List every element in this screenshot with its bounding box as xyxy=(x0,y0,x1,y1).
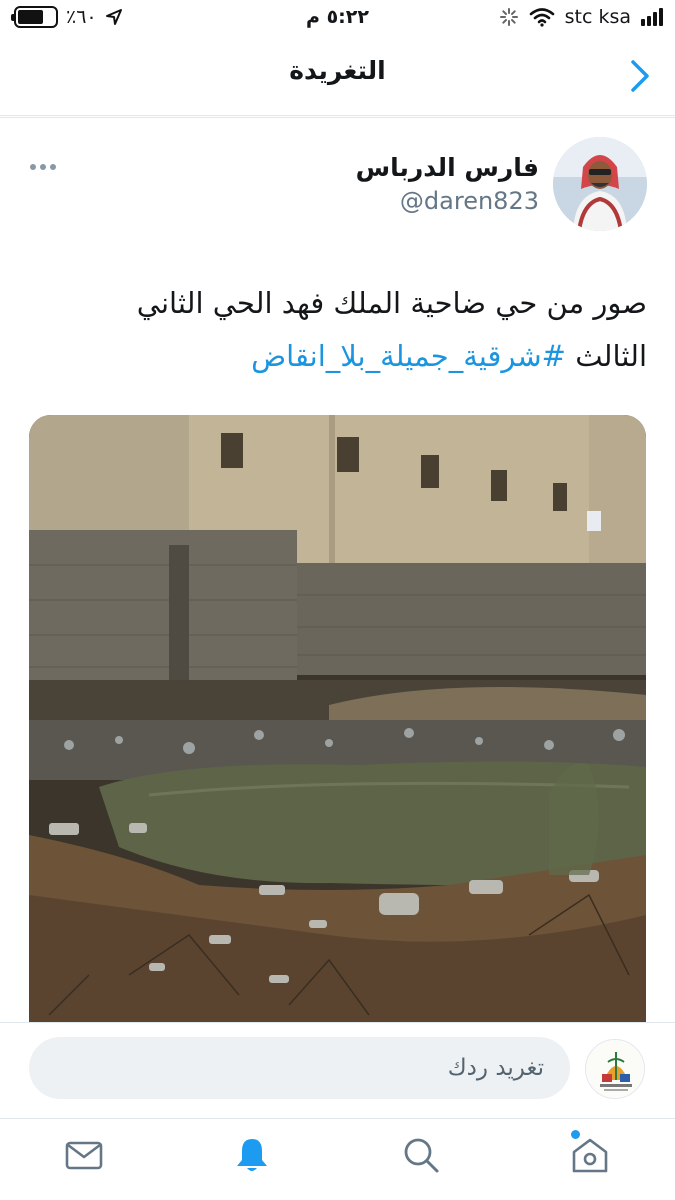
bell-icon xyxy=(237,1139,267,1171)
tab-messages[interactable] xyxy=(64,1135,104,1175)
back-button[interactable] xyxy=(627,58,653,94)
tweet-detail: فارس الدرباس @daren823 صور من حي ضاحية ا… xyxy=(0,117,675,1025)
tweet-text: صور من حي ضاحية الملك فهد الحي الثاني ال… xyxy=(27,277,647,383)
author-avatar[interactable] xyxy=(553,137,647,231)
tab-bar xyxy=(0,1118,675,1200)
signal-icon xyxy=(641,8,663,26)
author-name[interactable]: فارس الدرباس xyxy=(356,153,539,182)
dot xyxy=(50,164,56,170)
tweet-media-photo[interactable] xyxy=(29,415,646,1025)
current-user-avatar[interactable] xyxy=(585,1039,645,1099)
dot xyxy=(30,164,36,170)
wifi-icon xyxy=(529,8,554,27)
author-handle[interactable]: @daren823 xyxy=(400,187,539,215)
nav-header: التغريدة xyxy=(0,40,675,116)
home-icon xyxy=(572,1138,608,1173)
tweet-text-prefix: الثالث xyxy=(575,339,647,373)
search-icon xyxy=(404,1138,439,1173)
page-title: التغريدة xyxy=(289,56,386,85)
reply-composer: تغريد ردك xyxy=(0,1022,675,1118)
mail-icon xyxy=(65,1141,103,1170)
avatar-image xyxy=(553,137,647,231)
chevron-right-icon xyxy=(631,60,649,92)
photo-image xyxy=(29,415,646,1025)
tweet-text-line2: الثالث #شرقية_جميلة_بلا_انقاض xyxy=(27,330,647,383)
tab-home[interactable] xyxy=(570,1135,610,1175)
status-bar: ٪٦٠ ٥:٢٢ م stc ksa xyxy=(0,0,675,40)
more-options-button[interactable] xyxy=(30,159,60,175)
status-right: stc ksa xyxy=(499,6,663,28)
tab-search[interactable] xyxy=(401,1135,441,1175)
reply-input[interactable]: تغريد ردك xyxy=(29,1037,570,1099)
hashtag-link[interactable]: #شرقية_جميلة_بلا_انقاض xyxy=(251,339,566,373)
user-logo-image xyxy=(586,1040,644,1098)
tweet-text-line1: صور من حي ضاحية الملك فهد الحي الثاني xyxy=(136,286,647,320)
loading-spinner-icon xyxy=(499,8,518,26)
tab-notifications[interactable] xyxy=(232,1135,272,1175)
divider xyxy=(0,117,675,118)
carrier-name: stc ksa xyxy=(564,6,631,28)
dot xyxy=(40,164,46,170)
